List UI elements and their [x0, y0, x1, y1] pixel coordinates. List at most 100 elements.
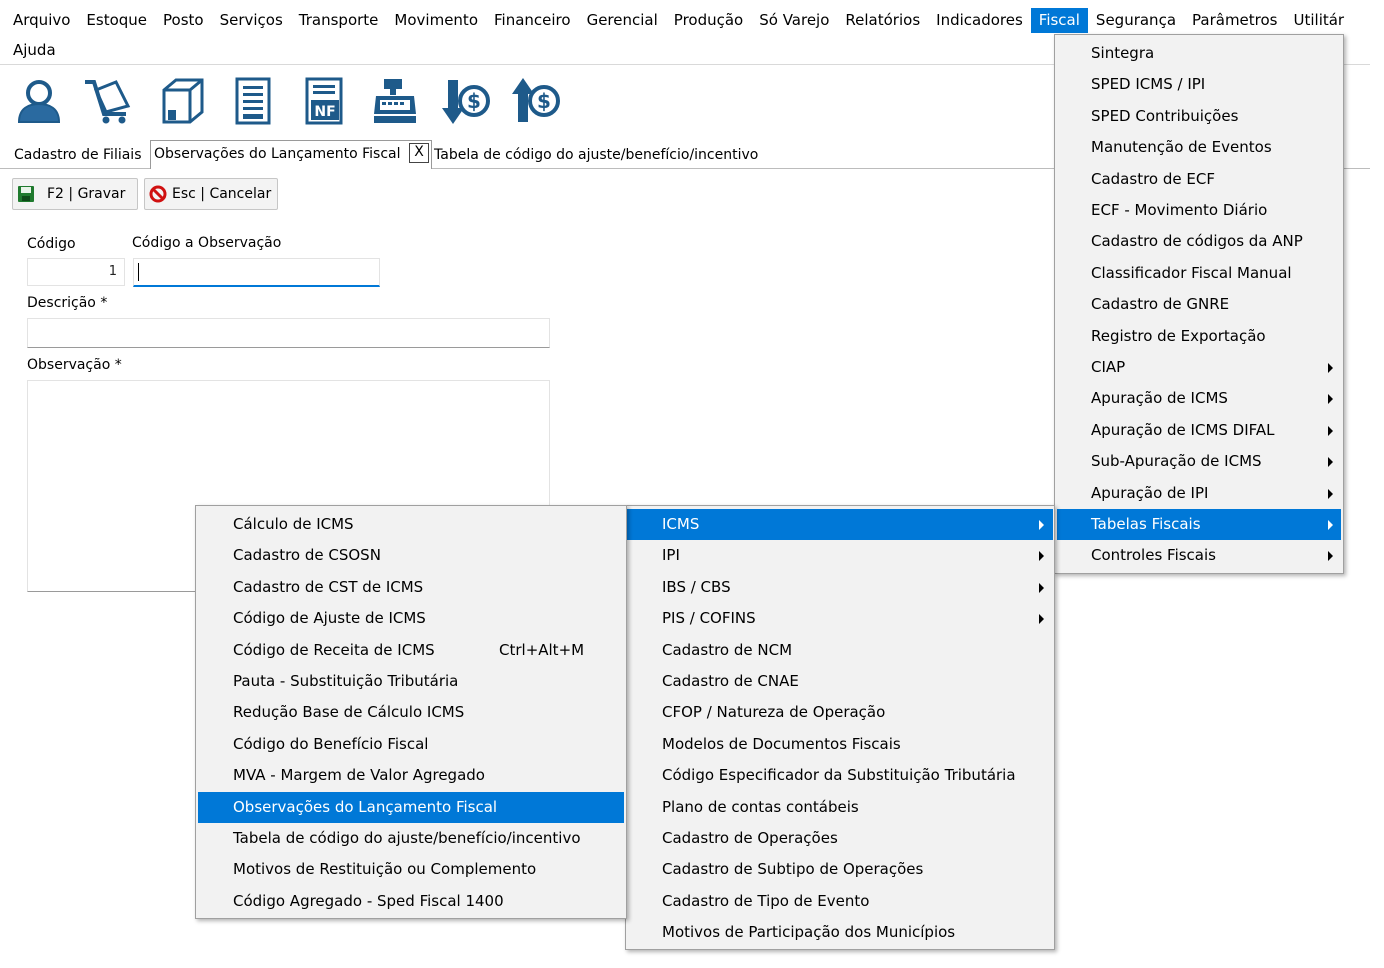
menu-item-motivos-de-restituicao-ou-complemento[interactable]: Motivos de Restituição ou Complemento [196, 854, 626, 885]
menu-item-observacoes-do-lancamento-fiscal[interactable]: Observações do Lançamento Fiscal [198, 791, 624, 823]
menu-relatorios[interactable]: Relatórios [837, 8, 928, 33]
menu-item-pis-cofins[interactable]: PIS / COFINS [626, 603, 1054, 634]
receivable-icon[interactable]: $ [512, 76, 562, 126]
submenu-arrow-icon [1328, 488, 1333, 499]
menu-item-shortcut: Ctrl+Alt+M [499, 640, 585, 659]
menu-movimento[interactable]: Movimento [386, 8, 486, 33]
menu-item-modelos-de-documentos-fiscais[interactable]: Modelos de Documentos Fiscais [626, 729, 1054, 760]
menu-item-codigo-agregado-sped-fiscal-1400[interactable]: Código Agregado - Sped Fiscal 1400 [196, 886, 626, 917]
menu-item-motivos-de-participacao-dos-municipios[interactable]: Motivos de Participação dos Municípios [626, 917, 1054, 948]
tab-cadastro-filiais[interactable]: Cadastro de Filiais [14, 142, 141, 168]
menu-item-sped-icms-ipi[interactable]: SPED ICMS / IPI [1055, 69, 1343, 100]
menu-item-cadastro-de-gnre[interactable]: Cadastro de GNRE [1055, 289, 1343, 320]
menu-item-label: Código de Receita de ICMS [233, 640, 435, 659]
menu-item-cadastro-de-subtipo-de-operacoes[interactable]: Cadastro de Subtipo de Operações [626, 854, 1054, 885]
menu-item-classificador-fiscal-manual[interactable]: Classificador Fiscal Manual [1055, 258, 1343, 289]
menu-item-ecf-movimento-diario[interactable]: ECF - Movimento Diário [1055, 195, 1343, 226]
cancel-button[interactable]: Esc | Cancelar [144, 178, 278, 210]
menu-item-label: Sub-Apuração de ICMS [1091, 452, 1262, 471]
menu-item-apuracao-de-icms[interactable]: Apuração de ICMS [1055, 383, 1343, 414]
menu-item-label: Cadastro de Tipo de Evento [662, 891, 870, 910]
tab-tabela-codigo-ajuste[interactable]: Tabela de código do ajuste/benefício/inc… [434, 142, 758, 168]
svg-text:$: $ [467, 89, 481, 113]
menu-item-cadastro-de-codigos-da-anp[interactable]: Cadastro de códigos da ANP [1055, 226, 1343, 257]
menu-item-codigo-do-beneficio-fiscal[interactable]: Código do Benefício Fiscal [196, 729, 626, 760]
nf-document-icon[interactable]: NF [300, 76, 350, 126]
menu-posto[interactable]: Posto [155, 8, 212, 33]
menu-item-ibs-cbs[interactable]: IBS / CBS [626, 572, 1054, 603]
menu-item-sped-contribuicoes[interactable]: SPED Contribuições [1055, 101, 1343, 132]
menu-item-label: Plano de contas contábeis [662, 797, 859, 816]
menu-item-controles-fiscais[interactable]: Controles Fiscais [1055, 540, 1343, 571]
user-icon[interactable] [14, 76, 64, 126]
menu-item-cadastro-de-ecf[interactable]: Cadastro de ECF [1055, 164, 1343, 195]
menu-item-apuracao-de-icms-difal[interactable]: Apuração de ICMS DIFAL [1055, 415, 1343, 446]
document-icon[interactable] [228, 76, 278, 126]
menu-item-label: Cadastro de CNAE [662, 672, 799, 690]
menu-item-cfop-natureza-de-operacao[interactable]: CFOP / Natureza de Operação [626, 697, 1054, 728]
cancel-label: Esc | Cancelar [172, 186, 272, 202]
codigo-observacao-input[interactable] [133, 258, 380, 287]
menu-item-label: Motivos de Participação dos Municípios [662, 923, 956, 942]
menu-utilitarios[interactable]: Utilitár [1286, 8, 1353, 33]
menu-arquivo[interactable]: Arquivo [5, 8, 78, 33]
menu-estoque[interactable]: Estoque [78, 8, 155, 33]
menu-item-calculo-de-icms[interactable]: Cálculo de ICMS [196, 509, 626, 540]
menu-item-pauta-substituicao-tributaria[interactable]: Pauta - Substituição Tributária [196, 666, 626, 697]
menu-item-icms[interactable]: ICMS [627, 509, 1053, 540]
menu-indicadores[interactable]: Indicadores [928, 8, 1031, 33]
menu-fiscal[interactable]: Fiscal [1030, 8, 1088, 33]
menu-item-label: Código de Ajuste de ICMS [233, 609, 426, 628]
menu-item-cadastro-de-csosn[interactable]: Cadastro de CSOSN [196, 540, 626, 571]
menu-item-ciap[interactable]: CIAP [1055, 352, 1343, 383]
descricao-input[interactable] [27, 318, 550, 348]
svg-text:$: $ [537, 89, 551, 113]
menu-item-reducao-base-de-calculo-icms[interactable]: Redução Base de Cálculo ICMS [196, 697, 626, 728]
menu-item-cadastro-de-cst-de-icms[interactable]: Cadastro de CST de ICMS [196, 572, 626, 603]
menu-item-sintegra[interactable]: Sintegra [1055, 38, 1343, 69]
menu-item-tabelas-fiscais[interactable]: Tabelas Fiscais [1057, 509, 1341, 540]
menu-item-ipi[interactable]: IPI [626, 540, 1054, 571]
menu-item-codigo-de-receita-de-icms[interactable]: Código de Receita de ICMS Ctrl+Alt+M [196, 635, 626, 666]
tabelas-fiscais-submenu: ICMS IPI IBS / CBS PIS / COFINS Cadastro de … [625, 505, 1055, 950]
box-icon[interactable] [158, 76, 208, 126]
menu-ajuda[interactable]: Ajuda [5, 38, 64, 63]
menu-item-plano-de-contas-contabeis[interactable]: Plano de contas contábeis [626, 792, 1054, 823]
submenu-arrow-icon [1328, 551, 1333, 562]
submenu-arrow-icon [1039, 614, 1044, 625]
menu-item-cadastro-de-ncm[interactable]: Cadastro de NCM [626, 635, 1054, 666]
menu-producao[interactable]: Produção [666, 8, 751, 33]
payable-icon[interactable]: $ [442, 76, 492, 126]
menu-item-label: Cadastro de ECF [1091, 169, 1215, 188]
menu-item-label: IPI [662, 546, 680, 565]
menu-gerencial[interactable]: Gerencial [579, 8, 666, 33]
menu-item-cadastro-de-cnae[interactable]: Cadastro de CNAE [626, 666, 1054, 697]
menu-parametros[interactable]: Parâmetros [1184, 8, 1285, 33]
menu-item-label: Tabelas Fiscais [1091, 515, 1201, 533]
menu-seguranca[interactable]: Segurança [1088, 8, 1184, 33]
cash-register-icon[interactable] [370, 76, 420, 126]
close-tab-icon[interactable]: X [409, 143, 429, 163]
menu-item-manutencao-de-eventos[interactable]: Manutenção de Eventos [1055, 132, 1343, 163]
menu-item-registro-de-exportacao[interactable]: Registro de Exportação [1055, 321, 1343, 352]
menu-transporte[interactable]: Transporte [291, 8, 387, 33]
menu-financeiro[interactable]: Financeiro [486, 8, 579, 33]
menu-servicos[interactable]: Serviços [212, 8, 291, 33]
menu-item-sub-apuracao-de-icms[interactable]: Sub-Apuração de ICMS [1055, 446, 1343, 477]
menu-item-label: Observações do Lançamento Fiscal [233, 797, 498, 816]
menu-item-tabela-de-codigo-do-ajuste-beneficio-incentivo[interactable]: Tabela de código do ajuste/benefício/inc… [196, 823, 626, 854]
menu-item-label: Redução Base de Cálculo ICMS [233, 703, 465, 722]
menu-item-label: ICMS [662, 515, 700, 533]
save-button[interactable]: F2 | Gravar [12, 178, 138, 210]
menu-item-apuracao-de-ipi[interactable]: Apuração de IPI [1055, 478, 1343, 509]
cart-icon[interactable] [82, 76, 132, 126]
tab-observacoes-lancamento[interactable]: Observações do Lançamento Fiscal [150, 140, 432, 169]
menu-item-label: CIAP [1091, 358, 1126, 376]
menu-item-codigo-de-ajuste-de-icms[interactable]: Código de Ajuste de ICMS [196, 603, 626, 634]
menu-item-cadastro-de-tipo-de-evento[interactable]: Cadastro de Tipo de Evento [626, 886, 1054, 917]
menu-item-mva-margem-de-valor-agregado[interactable]: MVA - Margem de Valor Agregado [196, 760, 626, 791]
menu-item-codigo-especificador-da-substituicao-tributaria[interactable]: Código Especificador da Substituição Tri… [626, 760, 1054, 791]
menu-so-varejo[interactable]: Só Varejo [751, 8, 837, 33]
menu-item-cadastro-de-operacoes[interactable]: Cadastro de Operações [626, 823, 1054, 854]
icms-submenu: Cálculo de ICMS Cadastro de CSOSN Cadastro… [195, 505, 627, 919]
